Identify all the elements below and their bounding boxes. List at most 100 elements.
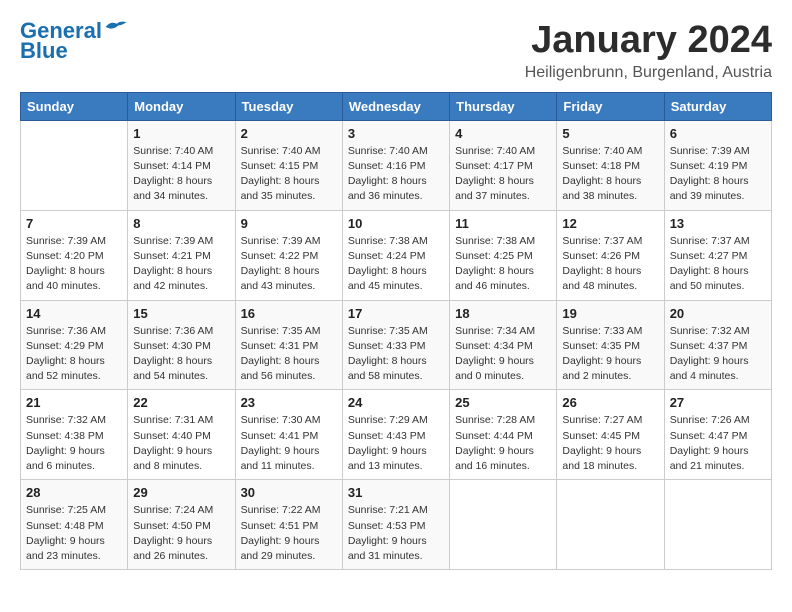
sunset-value: 4:33 PM [386, 340, 425, 352]
calendar-cell: 7 Sunrise: 7:39 AM Sunset: 4:20 PM Dayli… [21, 210, 128, 300]
sunrise-value: 7:40 AM [282, 145, 321, 157]
calendar-cell: 12 Sunrise: 7:37 AM Sunset: 4:26 PM Dayl… [557, 210, 664, 300]
sunset-label: Sunset: [455, 160, 494, 172]
sunset-value: 4:37 PM [708, 340, 747, 352]
day-info: Sunrise: 7:35 AM Sunset: 4:31 PM Dayligh… [241, 324, 337, 385]
week-row-5: 28 Sunrise: 7:25 AM Sunset: 4:48 PM Dayl… [21, 480, 772, 570]
sunset-value: 4:43 PM [386, 430, 425, 442]
header-day-thursday: Thursday [450, 92, 557, 120]
sunset-value: 4:50 PM [172, 520, 211, 532]
sunset-label: Sunset: [455, 340, 494, 352]
sunrise-label: Sunrise: [348, 235, 389, 247]
logo-blue: Blue [20, 38, 68, 63]
sunrise-value: 7:36 AM [67, 325, 106, 337]
daylight-label: Daylight: 8 hours and 40 minutes. [26, 265, 105, 292]
day-number: 19 [562, 306, 658, 321]
daylight-label: Daylight: 9 hours and 2 minutes. [562, 355, 641, 382]
day-number: 23 [241, 395, 337, 410]
day-number: 6 [670, 126, 766, 141]
sunrise-label: Sunrise: [562, 145, 603, 157]
sunset-label: Sunset: [562, 250, 601, 262]
day-info: Sunrise: 7:40 AM Sunset: 4:15 PM Dayligh… [241, 144, 337, 205]
calendar-subtitle: Heiligenbrunn, Burgenland, Austria [525, 64, 772, 82]
daylight-label: Daylight: 8 hours and 45 minutes. [348, 265, 427, 292]
calendar-cell: 10 Sunrise: 7:38 AM Sunset: 4:24 PM Dayl… [342, 210, 449, 300]
sunrise-value: 7:27 AM [604, 414, 643, 426]
sunrise-label: Sunrise: [348, 414, 389, 426]
day-info: Sunrise: 7:24 AM Sunset: 4:50 PM Dayligh… [133, 503, 229, 564]
day-info: Sunrise: 7:35 AM Sunset: 4:33 PM Dayligh… [348, 324, 444, 385]
sunrise-label: Sunrise: [26, 414, 67, 426]
sunset-value: 4:35 PM [601, 340, 640, 352]
calendar-table: SundayMondayTuesdayWednesdayThursdayFrid… [20, 92, 772, 570]
daylight-label: Daylight: 8 hours and 34 minutes. [133, 175, 212, 202]
sunset-label: Sunset: [348, 430, 387, 442]
sunrise-label: Sunrise: [133, 325, 174, 337]
calendar-cell: 30 Sunrise: 7:22 AM Sunset: 4:51 PM Dayl… [235, 480, 342, 570]
day-info: Sunrise: 7:30 AM Sunset: 4:41 PM Dayligh… [241, 413, 337, 474]
calendar-cell: 1 Sunrise: 7:40 AM Sunset: 4:14 PM Dayli… [128, 120, 235, 210]
daylight-label: Daylight: 8 hours and 48 minutes. [562, 265, 641, 292]
header-day-saturday: Saturday [664, 92, 771, 120]
sunrise-label: Sunrise: [562, 325, 603, 337]
calendar-cell: 8 Sunrise: 7:39 AM Sunset: 4:21 PM Dayli… [128, 210, 235, 300]
sunrise-value: 7:40 AM [175, 145, 214, 157]
day-number: 7 [26, 216, 122, 231]
sunrise-value: 7:38 AM [497, 235, 536, 247]
sunset-value: 4:44 PM [494, 430, 533, 442]
daylight-label: Daylight: 8 hours and 56 minutes. [241, 355, 320, 382]
day-number: 27 [670, 395, 766, 410]
sunrise-value: 7:36 AM [175, 325, 214, 337]
day-number: 29 [133, 485, 229, 500]
day-info: Sunrise: 7:39 AM Sunset: 4:22 PM Dayligh… [241, 234, 337, 295]
day-info: Sunrise: 7:32 AM Sunset: 4:38 PM Dayligh… [26, 413, 122, 474]
sunrise-value: 7:32 AM [67, 414, 106, 426]
sunset-label: Sunset: [241, 430, 280, 442]
daylight-label: Daylight: 9 hours and 0 minutes. [455, 355, 534, 382]
sunrise-label: Sunrise: [455, 414, 496, 426]
day-number: 30 [241, 485, 337, 500]
sunrise-label: Sunrise: [133, 504, 174, 516]
day-info: Sunrise: 7:40 AM Sunset: 4:18 PM Dayligh… [562, 144, 658, 205]
day-info: Sunrise: 7:40 AM Sunset: 4:14 PM Dayligh… [133, 144, 229, 205]
sunset-value: 4:41 PM [279, 430, 318, 442]
sunset-value: 4:25 PM [494, 250, 533, 262]
daylight-label: Daylight: 9 hours and 16 minutes. [455, 445, 534, 472]
calendar-cell: 28 Sunrise: 7:25 AM Sunset: 4:48 PM Dayl… [21, 480, 128, 570]
header-day-sunday: Sunday [21, 92, 128, 120]
calendar-body: 1 Sunrise: 7:40 AM Sunset: 4:14 PM Dayli… [21, 120, 772, 569]
calendar-cell [557, 480, 664, 570]
sunset-label: Sunset: [348, 250, 387, 262]
sunset-value: 4:40 PM [172, 430, 211, 442]
sunset-label: Sunset: [670, 340, 709, 352]
day-number: 24 [348, 395, 444, 410]
calendar-cell: 11 Sunrise: 7:38 AM Sunset: 4:25 PM Dayl… [450, 210, 557, 300]
sunset-value: 4:26 PM [601, 250, 640, 262]
daylight-label: Daylight: 9 hours and 23 minutes. [26, 535, 105, 562]
header-day-tuesday: Tuesday [235, 92, 342, 120]
sunset-label: Sunset: [26, 250, 65, 262]
sunrise-value: 7:40 AM [497, 145, 536, 157]
sunrise-value: 7:39 AM [67, 235, 106, 247]
day-number: 3 [348, 126, 444, 141]
daylight-label: Daylight: 9 hours and 13 minutes. [348, 445, 427, 472]
sunset-value: 4:17 PM [494, 160, 533, 172]
sunrise-label: Sunrise: [241, 325, 282, 337]
day-info: Sunrise: 7:36 AM Sunset: 4:30 PM Dayligh… [133, 324, 229, 385]
day-number: 20 [670, 306, 766, 321]
sunrise-label: Sunrise: [670, 145, 711, 157]
day-number: 8 [133, 216, 229, 231]
daylight-label: Daylight: 8 hours and 35 minutes. [241, 175, 320, 202]
day-info: Sunrise: 7:39 AM Sunset: 4:20 PM Dayligh… [26, 234, 122, 295]
day-number: 18 [455, 306, 551, 321]
sunset-value: 4:16 PM [386, 160, 425, 172]
sunrise-label: Sunrise: [455, 145, 496, 157]
sunrise-value: 7:37 AM [711, 235, 750, 247]
daylight-label: Daylight: 9 hours and 31 minutes. [348, 535, 427, 562]
day-number: 15 [133, 306, 229, 321]
day-info: Sunrise: 7:37 AM Sunset: 4:26 PM Dayligh… [562, 234, 658, 295]
sunrise-label: Sunrise: [26, 504, 67, 516]
calendar-cell: 17 Sunrise: 7:35 AM Sunset: 4:33 PM Dayl… [342, 300, 449, 390]
sunrise-value: 7:39 AM [175, 235, 214, 247]
sunset-value: 4:29 PM [65, 340, 104, 352]
